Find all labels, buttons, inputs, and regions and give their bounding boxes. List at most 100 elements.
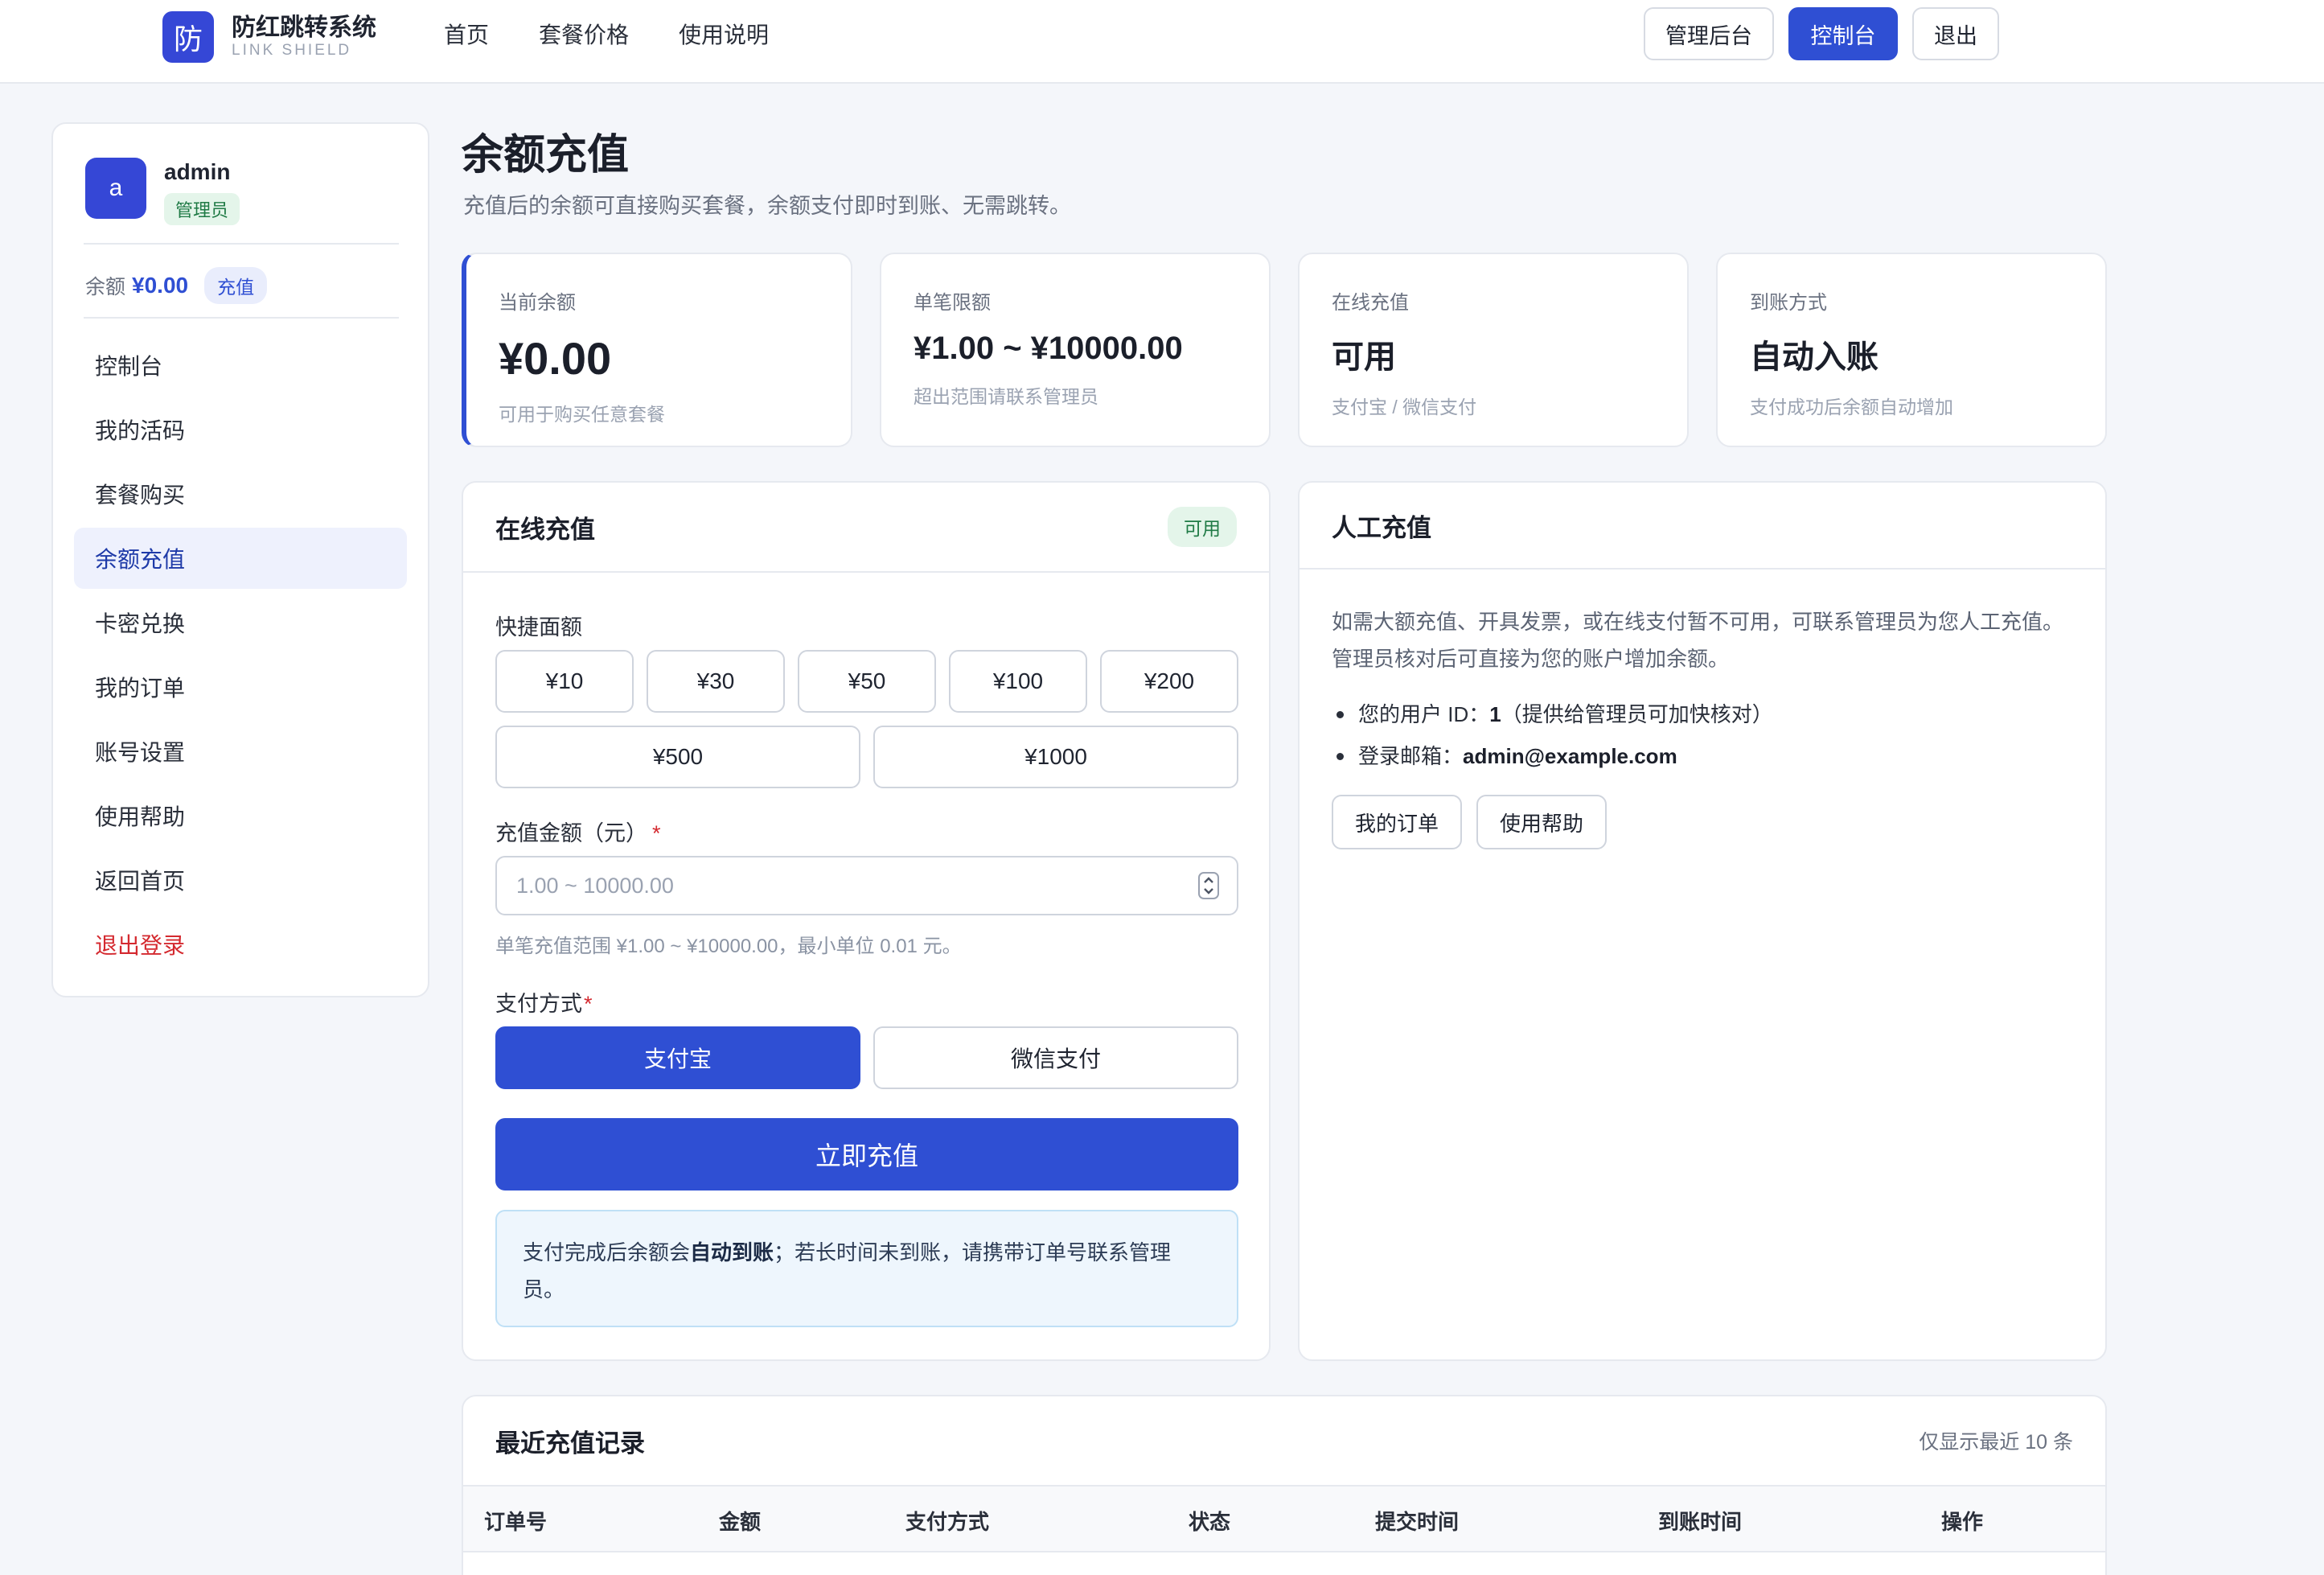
stat-value: 自动入账: [1750, 339, 1878, 375]
top-actions: 管理后台 控制台 退出: [1644, 7, 2014, 60]
stat-note: 支付成功后余额自动增加: [1750, 397, 1953, 417]
bullet-icon: [1337, 710, 1344, 718]
brand-subtitle: LINK SHIELD: [232, 42, 352, 59]
manual-recharge-card: 人工充值 如需大额充值、开具发票，或在线支付暂不可用，可联系管理员为您人工充值。…: [1298, 481, 2107, 1361]
recent-records-card: 最近充值记录 仅显示最近 10 条 订单号 金额 支付方式 状态 提交时间 到账…: [462, 1395, 2107, 1575]
stat-label: 单笔限额: [914, 292, 991, 314]
divider: [84, 317, 399, 319]
my-orders-button[interactable]: 我的订单: [1332, 795, 1462, 849]
amount-option-100[interactable]: ¥100: [949, 650, 1087, 713]
nav-pricing[interactable]: 套餐价格: [539, 19, 629, 51]
manual-description: 如需大额充值、开具发票，或在线支付暂不可用，可联系管理员为您人工充值。管理员核对…: [1332, 610, 2064, 671]
balance-label: 余额: [85, 276, 126, 298]
status-badge: 可用: [1168, 507, 1237, 547]
brand-logo-icon: 防: [162, 11, 214, 63]
stat-value: 可用: [1332, 339, 1396, 375]
column-header-status: 状态: [1189, 1510, 1231, 1534]
sidebar-item-settings[interactable]: 账号设置: [74, 721, 407, 782]
stat-note: 可用于购买任意套餐: [499, 404, 665, 425]
stat-note: 支付宝 / 微信支付: [1332, 397, 1477, 417]
card-header: 最近充值记录 仅显示最近 10 条: [463, 1396, 2105, 1487]
amount-option-50[interactable]: ¥50: [798, 650, 936, 713]
amount-input[interactable]: [495, 856, 1238, 915]
amount-option-30[interactable]: ¥30: [647, 650, 785, 713]
divider: [84, 243, 399, 245]
stat-value: ¥0.00: [499, 333, 612, 384]
amount-option-10[interactable]: ¥10: [495, 650, 634, 713]
stat-label: 到账方式: [1750, 292, 1827, 314]
sidebar-item-my-codes[interactable]: 我的活码: [74, 399, 407, 460]
main-nav: 首页 套餐价格 使用说明: [444, 19, 819, 51]
avatar: a: [85, 158, 146, 219]
sidebar-item-orders[interactable]: 我的订单: [74, 656, 407, 718]
sidebar-item-console[interactable]: 控制台: [74, 335, 407, 396]
list-item: 登录邮箱： admin@example.com: [1332, 735, 1773, 777]
sidebar-item-logout[interactable]: 退出登录: [74, 914, 407, 975]
card-title: 最近充值记录: [495, 1429, 645, 1458]
list-item: 您的用户 ID： 1 （提供给管理员可加快核对）: [1332, 693, 1773, 735]
bullet-icon: [1337, 752, 1344, 760]
manual-info-list: 您的用户 ID： 1 （提供给管理员可加快核对） 登录邮箱： admin@exampl…: [1332, 693, 1773, 777]
records-note: 仅显示最近 10 条: [1919, 1431, 2073, 1454]
stat-label: 在线充值: [1332, 292, 1409, 314]
top-navbar: 防 防红跳转系统 LINK SHIELD 首页 套餐价格 使用说明 管理后台 控…: [0, 0, 2324, 84]
page-title: 余额充值: [462, 132, 630, 179]
quick-amount-label: 快捷面额: [495, 615, 582, 639]
records-table-header: 订单号 金额 支付方式 状态 提交时间 到账时间 操作: [463, 1487, 2105, 1552]
auto-arrival-notice: 支付完成后余额会自动到账；若长时间未到账，请携带订单号联系管理员。: [495, 1210, 1238, 1327]
stat-value: ¥1.00 ~ ¥10000.00: [914, 331, 1183, 366]
stat-current-balance: 当前余额 ¥0.00 可用于购买任意套餐: [462, 253, 852, 447]
column-header-submit-time: 提交时间: [1375, 1510, 1460, 1534]
balance-value: ¥0.00: [132, 273, 189, 298]
amount-option-200[interactable]: ¥200: [1100, 650, 1238, 713]
amount-field-label: 充值金额（元） *: [495, 821, 661, 845]
role-badge: 管理员: [164, 193, 240, 225]
sidebar-item-help[interactable]: 使用帮助: [74, 785, 407, 846]
stat-online-recharge: 在线充值 可用 支付宝 / 微信支付: [1298, 253, 1689, 447]
amount-hint: 单笔充值范围 ¥1.00 ~ ¥10000.00，最小单位 0.01 元。: [495, 936, 962, 957]
nav-docs[interactable]: 使用说明: [679, 19, 769, 51]
user-profile: a admin 管理员: [85, 158, 240, 225]
pay-method-label: 支付方式*: [495, 992, 593, 1016]
sidebar-item-home[interactable]: 返回首页: [74, 849, 407, 911]
column-header-pay-method: 支付方式: [905, 1510, 990, 1534]
sidebar-recharge-link[interactable]: 充值: [204, 267, 268, 304]
column-header-arrival-time: 到账时间: [1658, 1510, 1743, 1534]
sidebar-item-buy-plan[interactable]: 套餐购买: [74, 463, 407, 524]
stat-arrival-mode: 到账方式 自动入账 支付成功后余额自动增加: [1716, 253, 2107, 447]
sidebar-item-redeem[interactable]: 卡密兑换: [74, 592, 407, 653]
online-recharge-card: 在线充值 可用 快捷面额 ¥10 ¥30 ¥50 ¥100 ¥200 ¥500 …: [462, 481, 1271, 1361]
brand[interactable]: 防 防红跳转系统 LINK SHIELD: [162, 11, 376, 63]
amount-option-1000[interactable]: ¥1000: [873, 726, 1238, 788]
console-button[interactable]: 控制台: [1788, 7, 1898, 60]
page-subtitle: 充值后的余额可直接购买套餐，余额支付即时到账、无需跳转。: [463, 194, 1071, 218]
recharge-submit-button[interactable]: 立即充值: [495, 1118, 1238, 1191]
column-header-amount: 金额: [719, 1510, 762, 1534]
nav-home[interactable]: 首页: [444, 19, 489, 51]
stat-label: 当前余额: [499, 292, 576, 314]
email-value: admin@example.com: [1463, 744, 1677, 768]
card-header: 人工充值: [1300, 483, 2105, 570]
sidebar-balance: 余额 ¥0.00 充值: [85, 267, 268, 304]
number-stepper-icon[interactable]: [1198, 872, 1219, 899]
logout-button[interactable]: 退出: [1912, 7, 1999, 60]
required-mark: *: [584, 992, 593, 1016]
sidebar-item-recharge[interactable]: 余额充值: [74, 528, 407, 589]
sidebar: a admin 管理员 余额 ¥0.00 充值 控制台 我的活码 套餐购买 余额…: [51, 122, 429, 997]
required-mark: *: [652, 821, 661, 845]
admin-panel-button[interactable]: 管理后台: [1644, 7, 1774, 60]
help-button[interactable]: 使用帮助: [1476, 795, 1607, 849]
stat-note: 超出范围请联系管理员: [914, 386, 1098, 407]
card-title: 人工充值: [1332, 513, 1431, 542]
pay-alipay-button[interactable]: 支付宝: [495, 1026, 860, 1089]
card-title: 在线充值: [495, 515, 595, 544]
stat-single-limit: 单笔限额 ¥1.00 ~ ¥10000.00 超出范围请联系管理员: [880, 253, 1271, 447]
brand-name: 防红跳转系统: [232, 14, 376, 41]
amount-option-500[interactable]: ¥500: [495, 726, 860, 788]
column-header-actions: 操作: [1941, 1510, 1984, 1534]
sidebar-menu: 控制台 我的活码 套餐购买 余额充值 卡密兑换 我的订单 账号设置 使用帮助 返…: [74, 335, 407, 978]
card-header: 在线充值 可用: [463, 483, 1269, 573]
column-header-order-no: 订单号: [484, 1510, 548, 1534]
pay-wechat-button[interactable]: 微信支付: [873, 1026, 1238, 1089]
username: admin: [164, 159, 231, 184]
